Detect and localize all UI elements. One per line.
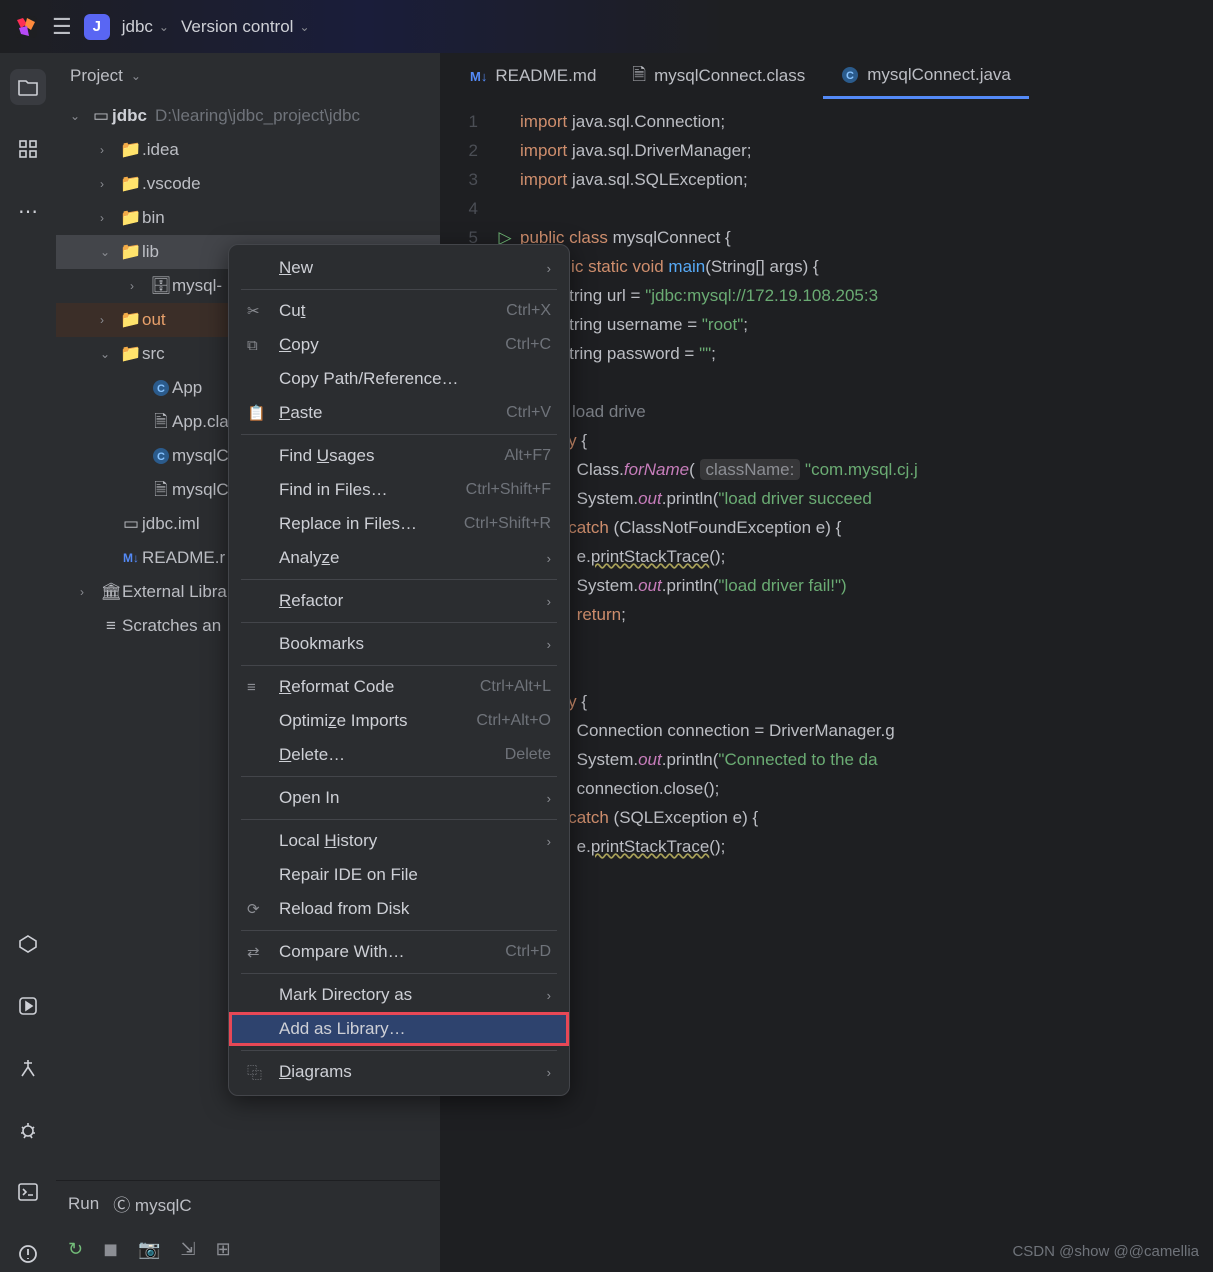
run-label[interactable]: Run — [68, 1194, 99, 1214]
reload-icon: ⟳ — [247, 900, 267, 918]
class-icon: C — [150, 447, 172, 465]
project-tool-icon[interactable] — [10, 69, 46, 105]
ctx-diagrams[interactable]: ⿻Diagrams› — [229, 1055, 569, 1089]
tree-folder-bin[interactable]: ›📁bin — [56, 201, 440, 235]
class-icon: Ⓒ — [113, 1196, 130, 1215]
tab-class[interactable]: 🗎mysqlConnect.class — [614, 53, 823, 99]
panel-title[interactable]: Project⌄ — [56, 53, 440, 99]
ctx-compare-with[interactable]: ⇄Compare With…Ctrl+D — [229, 935, 569, 969]
ctx-add-as-library[interactable]: Add as Library… — [229, 1012, 569, 1046]
ctx-copy-path[interactable]: Copy Path/Reference… — [229, 362, 569, 396]
library-icon: 🏛 — [100, 575, 122, 609]
left-tool-rail: ⋯ — [0, 53, 56, 1272]
folder-icon: 📁 — [120, 303, 142, 337]
more-tool-icon[interactable]: ⋯ — [10, 193, 46, 229]
markdown-icon: M↓ — [120, 541, 142, 575]
chevron-down-icon: ⌄ — [159, 20, 169, 34]
main-area: ⋯ Project⌄ ⌄▭jdbcD:\learing\jdbc_project… — [0, 53, 1213, 1272]
export-icon[interactable]: ⇲ — [180, 1239, 195, 1260]
copy-icon: ⧉ — [247, 337, 267, 354]
chevron-down-icon: ⌄ — [299, 20, 309, 34]
rerun-icon[interactable]: ↻ — [68, 1239, 83, 1260]
ctx-refactor[interactable]: Refactor› — [229, 584, 569, 618]
ctx-bookmarks[interactable]: Bookmarks› — [229, 627, 569, 661]
version-control-menu[interactable]: Version control⌄ — [181, 17, 310, 37]
tab-readme[interactable]: M↓README.md — [452, 53, 614, 99]
ctx-new[interactable]: New› — [229, 251, 569, 285]
terminal-tool-icon[interactable] — [10, 1174, 46, 1210]
ctx-mark-directory[interactable]: Mark Directory as› — [229, 978, 569, 1012]
services-tool-icon[interactable] — [10, 926, 46, 962]
ctx-local-history[interactable]: Local History› — [229, 824, 569, 858]
ctx-paste[interactable]: 📋PasteCtrl+V — [229, 396, 569, 430]
ctx-reformat[interactable]: ≡Reformat CodeCtrl+Alt+L — [229, 670, 569, 704]
run-toolbar: ↻ ◼ 📷 ⇲ ⊞ — [56, 1226, 440, 1272]
run-tool-icon[interactable] — [10, 988, 46, 1024]
cut-icon: ✂ — [247, 302, 267, 320]
folder-icon: 📁 — [120, 235, 142, 269]
tree-folder-vscode[interactable]: ›📁.vscode — [56, 167, 440, 201]
ctx-delete[interactable]: Delete…Delete — [229, 738, 569, 772]
ctx-analyze[interactable]: Analyze› — [229, 541, 569, 575]
ctx-find-usages[interactable]: Find UsagesAlt+F7 — [229, 439, 569, 473]
ctx-replace-in-files[interactable]: Replace in Files…Ctrl+Shift+R — [229, 507, 569, 541]
bytecode-icon: 🗎 — [150, 405, 172, 439]
module-icon: ▭ — [90, 99, 112, 133]
ctx-reload-disk[interactable]: ⟳Reload from Disk — [229, 892, 569, 926]
svg-text:C: C — [157, 383, 165, 395]
watermark: CSDN @show @@camellia — [1012, 1243, 1199, 1260]
main-menu-icon[interactable]: ☰ — [52, 14, 72, 40]
diff-icon: ⇄ — [247, 943, 267, 961]
intellij-logo-icon — [12, 13, 40, 41]
bytecode-icon: 🗎 — [150, 473, 172, 507]
ctx-find-in-files[interactable]: Find in Files…Ctrl+Shift+F — [229, 473, 569, 507]
ctx-optimize-imports[interactable]: Optimize ImportsCtrl+Alt+O — [229, 704, 569, 738]
context-menu: New› ✂CutCtrl+X ⧉CopyCtrl+C Copy Path/Re… — [228, 244, 570, 1096]
screenshot-icon[interactable]: 📷 — [138, 1239, 160, 1260]
diagram-icon: ⿻ — [247, 1062, 267, 1083]
run-tab-bar: Run Ⓒ mysqlC — [56, 1180, 440, 1226]
title-bar: ☰ J jdbc⌄ Version control⌄ — [0, 0, 1213, 53]
layout-icon[interactable]: ⊞ — [216, 1239, 231, 1260]
reformat-icon: ≡ — [247, 679, 267, 696]
scratch-icon: ≡ — [100, 609, 122, 643]
code-body[interactable]: import import java.sql.Connection;java.s… — [520, 99, 1213, 1272]
project-badge[interactable]: J — [84, 14, 110, 40]
editor-tabs: M↓README.md 🗎mysqlConnect.class CmysqlCo… — [440, 53, 1213, 99]
ctx-open-in[interactable]: Open In› — [229, 781, 569, 815]
tab-java[interactable]: CmysqlConnect.java — [823, 53, 1029, 99]
class-icon: C — [150, 379, 172, 397]
stop-icon[interactable]: ◼ — [103, 1239, 118, 1260]
problems-tool-icon[interactable] — [10, 1236, 46, 1272]
chevron-right-icon: › — [547, 261, 551, 276]
bytecode-icon: 🗎 — [632, 62, 646, 91]
markdown-icon: M↓ — [470, 69, 487, 84]
chevron-down-icon: ⌄ — [131, 69, 141, 83]
ctx-copy[interactable]: ⧉CopyCtrl+C — [229, 328, 569, 362]
ctx-repair-ide[interactable]: Repair IDE on File — [229, 858, 569, 892]
folder-icon: 📁 — [120, 167, 142, 201]
tree-root[interactable]: ⌄▭jdbcD:\learing\jdbc_project\jdbc — [56, 99, 440, 133]
folder-icon: 📁 — [120, 201, 142, 235]
run-config[interactable]: Ⓒ mysqlC — [113, 1191, 191, 1216]
tree-folder-idea[interactable]: ›📁.idea — [56, 133, 440, 167]
folder-icon: 📁 — [120, 133, 142, 167]
iml-icon: ▭ — [120, 507, 142, 541]
structure-tool-icon[interactable] — [10, 131, 46, 167]
debug-tool-icon[interactable] — [10, 1112, 46, 1148]
archive-icon: 🗄 — [150, 269, 172, 303]
ctx-cut[interactable]: ✂CutCtrl+X — [229, 294, 569, 328]
project-selector[interactable]: jdbc⌄ — [122, 17, 169, 37]
build-tool-icon[interactable] — [10, 1050, 46, 1086]
class-icon: C — [841, 66, 859, 84]
svg-text:C: C — [157, 451, 165, 463]
paste-icon: 📋 — [247, 404, 267, 422]
source-folder-icon: 📁 — [120, 337, 142, 371]
svg-text:C: C — [846, 70, 854, 82]
